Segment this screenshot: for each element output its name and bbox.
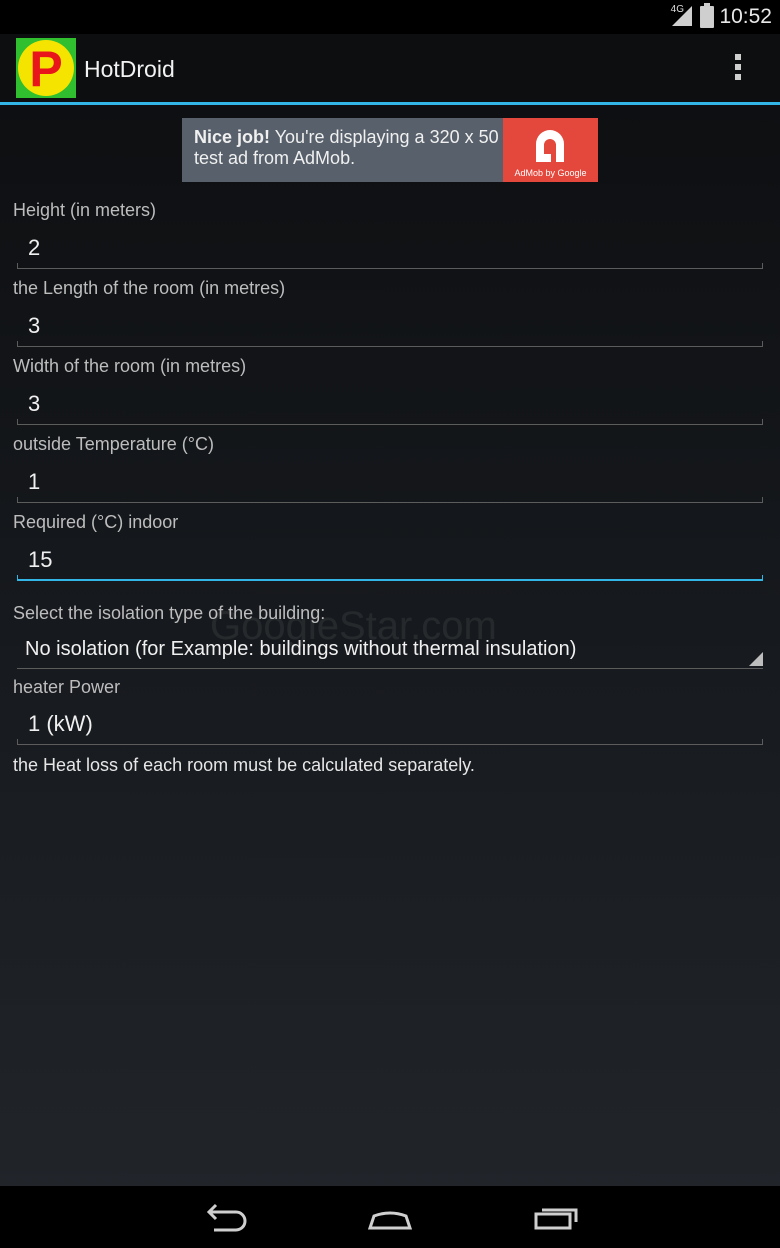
- indoor-temp-value: 15: [28, 547, 53, 572]
- overflow-menu-icon[interactable]: [730, 54, 746, 84]
- heater-power-field[interactable]: 1 (kW): [17, 705, 763, 745]
- width-value: 3: [28, 391, 41, 416]
- heat-loss-note: the Heat loss of each room must be calcu…: [13, 755, 475, 775]
- height-input[interactable]: 2: [17, 229, 763, 269]
- ad-headline: Nice job!: [194, 127, 271, 147]
- length-value: 3: [28, 313, 41, 338]
- action-bar: P HotDroid: [0, 34, 780, 105]
- admob-logo-text: AdMob by Google: [514, 168, 587, 178]
- admob-icon: [536, 130, 564, 162]
- indoor-temp-label: Required (°C) indoor: [13, 512, 179, 532]
- height-label: Height (in meters): [13, 200, 157, 220]
- ad-text: Nice job! You're displaying a 320 x 50 t…: [194, 127, 504, 169]
- home-icon[interactable]: [366, 1198, 414, 1236]
- indoor-temp-input[interactable]: 15: [17, 541, 763, 581]
- dropdown-arrow-icon: [749, 652, 763, 666]
- heater-power-value: 1 (kW): [28, 711, 93, 736]
- heater-power-label: heater Power: [13, 677, 121, 697]
- watermark: GoogleStar.com: [210, 604, 497, 648]
- length-label: the Length of the room (in metres): [13, 278, 286, 298]
- back-icon[interactable]: [200, 1198, 248, 1236]
- length-input[interactable]: 3: [17, 307, 763, 347]
- navigation-bar: [0, 1186, 780, 1248]
- outside-temp-label: outside Temperature (°C): [13, 434, 214, 454]
- signal-icon: [672, 6, 692, 26]
- status-time: 10:52: [719, 5, 772, 28]
- height-value: 2: [28, 235, 41, 260]
- outside-temp-value: 1: [28, 469, 41, 494]
- app-logo-letter: P: [29, 41, 62, 97]
- app-logo-icon[interactable]: P: [16, 38, 76, 98]
- app-title: HotDroid: [84, 56, 175, 82]
- ad-banner[interactable]: Nice job! You're displaying a 320 x 50 t…: [182, 118, 598, 182]
- outside-temp-input[interactable]: 1: [17, 463, 763, 503]
- battery-icon: [700, 3, 714, 28]
- recent-apps-icon[interactable]: [532, 1198, 580, 1236]
- admob-logo: AdMob by Google: [503, 118, 598, 182]
- width-input[interactable]: 3: [17, 385, 763, 425]
- status-bar: 4G 10:52: [0, 0, 780, 34]
- width-label: Width of the room (in metres): [13, 356, 247, 376]
